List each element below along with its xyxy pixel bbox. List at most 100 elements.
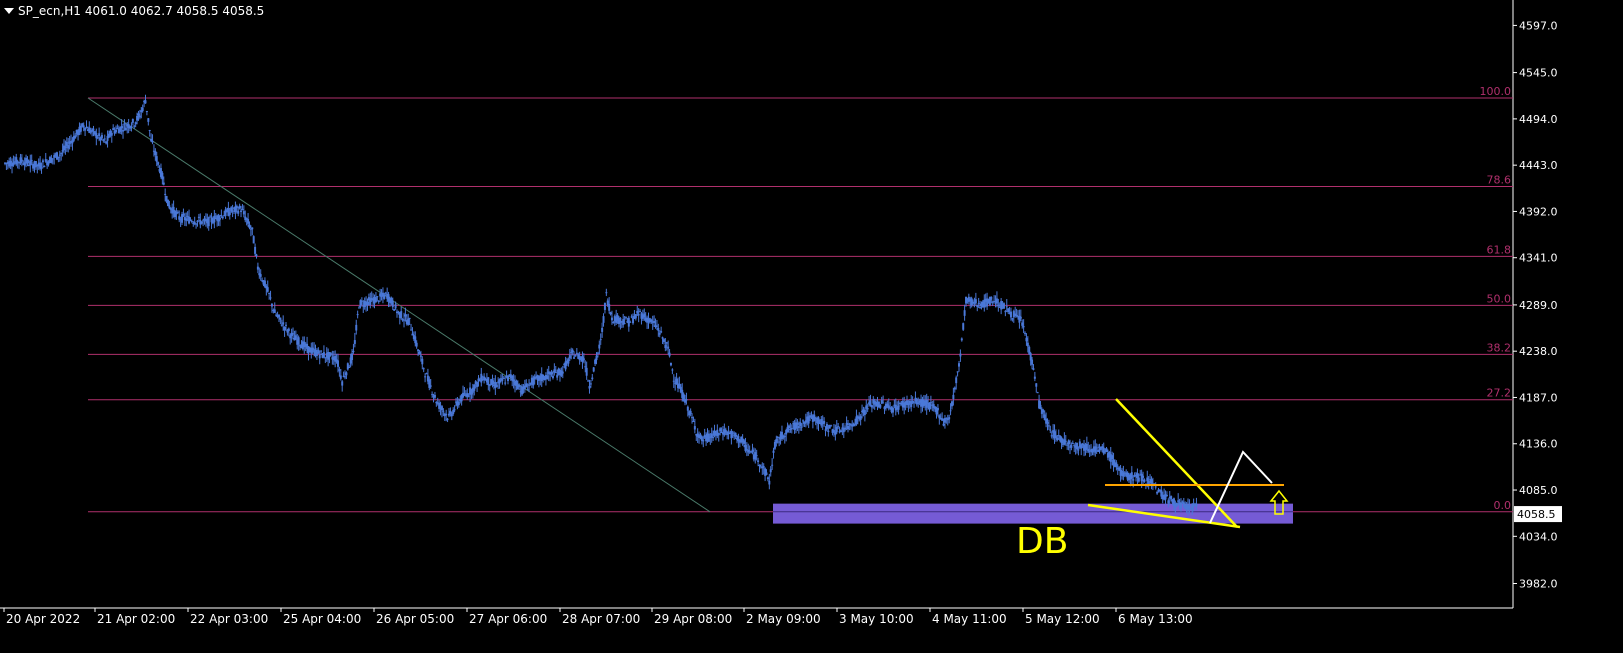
candle-body — [594, 359, 597, 364]
candle-body — [1095, 447, 1098, 449]
chart-area: 100.078.661.850.038.227.20.0 DB 4597.045… — [0, 0, 1562, 626]
candle-body — [623, 323, 626, 325]
candle-body — [771, 464, 774, 466]
candle-body — [866, 408, 869, 410]
candle-body — [393, 309, 396, 311]
candle-body — [189, 219, 192, 221]
x-tick-label: 20 Apr 2022 — [6, 612, 80, 626]
candle-body — [247, 219, 250, 224]
x-tick-label: 28 Apr 07:00 — [562, 612, 640, 626]
candle-body — [366, 301, 369, 306]
candle-body — [213, 215, 216, 223]
candle-body — [228, 212, 231, 215]
candle-body — [990, 296, 993, 300]
candle-body — [1097, 449, 1100, 452]
candle-body — [1022, 326, 1025, 328]
candle-body — [1060, 437, 1063, 444]
candle-body — [591, 377, 594, 380]
candle-body — [123, 123, 126, 125]
candle-body — [421, 358, 424, 365]
candle-body — [404, 314, 407, 317]
candle-body — [82, 125, 85, 128]
fib-label: 78.6 — [1487, 173, 1512, 186]
y-tick-label: 4597.0 — [1519, 19, 1558, 32]
candle-body — [827, 430, 830, 433]
candle-body — [929, 402, 932, 404]
candle-body — [195, 223, 198, 225]
candle-body — [240, 210, 243, 212]
candle-body — [962, 323, 965, 330]
candle-body — [556, 374, 559, 378]
candle-body — [630, 316, 633, 318]
candle-body — [660, 331, 663, 333]
candle-body — [757, 460, 760, 463]
candle-body — [616, 315, 619, 321]
candle-body — [407, 318, 410, 325]
candle-body — [20, 159, 23, 162]
candle-body — [1076, 443, 1079, 450]
candle-body — [882, 402, 885, 404]
candle-body — [279, 317, 282, 320]
candle-body — [762, 466, 765, 468]
candle-body — [285, 324, 287, 326]
candle-body — [713, 430, 716, 436]
candle-body — [948, 417, 951, 420]
candle-body — [377, 300, 380, 302]
candle-body — [339, 375, 342, 379]
candle-body — [1094, 446, 1097, 453]
candle-body — [415, 342, 418, 347]
candle-body — [473, 384, 476, 391]
candle-body — [847, 425, 849, 430]
candle-body — [280, 324, 283, 326]
candle-body — [445, 413, 448, 416]
candle-body — [776, 436, 779, 438]
candle-body — [162, 182, 165, 185]
candle-body — [96, 137, 99, 139]
fib-label: 38.2 — [1487, 341, 1512, 354]
candle-body — [151, 140, 154, 143]
candle-body — [1105, 448, 1108, 453]
candle-body — [394, 304, 397, 309]
candle-body — [1172, 498, 1175, 507]
candle-body — [768, 480, 771, 485]
candle-body — [1000, 301, 1003, 310]
candle-body — [799, 422, 802, 427]
dropdown-icon[interactable] — [4, 8, 14, 14]
candle-body — [1177, 500, 1180, 502]
candle-body — [376, 296, 379, 298]
candle-body — [202, 220, 205, 222]
candle-body — [653, 320, 656, 323]
candle-body — [147, 118, 150, 122]
candle-body — [891, 407, 894, 413]
candle-body — [766, 477, 769, 480]
x-tick-label: 6 May 13:00 — [1118, 612, 1193, 626]
candle-body — [74, 135, 77, 139]
candle-body — [251, 227, 254, 230]
candle-body — [658, 333, 661, 335]
candle-body — [356, 314, 359, 316]
candle-body — [176, 211, 179, 213]
candle-body — [1019, 316, 1022, 319]
candle-body — [839, 430, 842, 433]
candle-body — [166, 199, 169, 207]
x-tick-label: 26 Apr 05:00 — [376, 612, 454, 626]
candle-body — [190, 221, 193, 223]
y-tick-label: 4289.0 — [1519, 299, 1558, 312]
candle-body — [1054, 435, 1057, 439]
candle-body — [1050, 435, 1053, 437]
candle-body — [837, 426, 840, 428]
candle-body — [554, 372, 557, 374]
candle-body — [345, 372, 348, 376]
candle-body — [925, 400, 928, 408]
candle-body — [629, 321, 632, 323]
candle-body — [318, 354, 321, 359]
candle-body — [391, 300, 394, 308]
candle-body — [105, 141, 108, 144]
candle-body — [429, 385, 432, 387]
candle-body — [588, 386, 591, 389]
candle-body — [1088, 451, 1091, 453]
candle-body — [1188, 505, 1191, 509]
x-tick-label: 21 Apr 02:00 — [97, 612, 175, 626]
candle-body — [79, 125, 82, 132]
candle-body — [960, 338, 963, 341]
